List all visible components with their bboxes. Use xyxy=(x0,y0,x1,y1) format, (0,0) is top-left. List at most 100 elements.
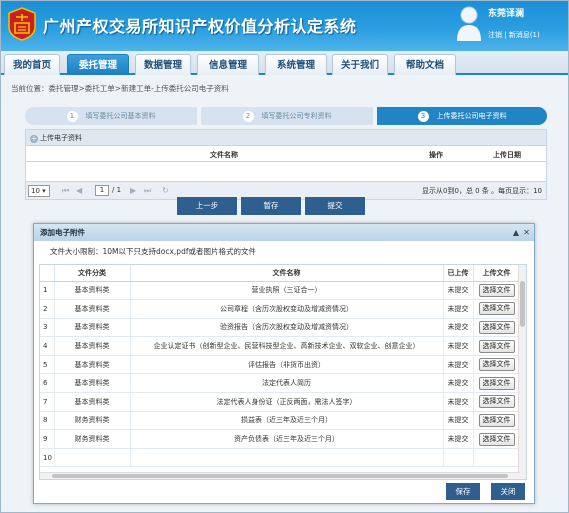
table-row: 5 基本资料类 评估报告（非货币出资） 未提交 选择文件 xyxy=(40,355,521,375)
row-index: 2 xyxy=(40,299,55,319)
last-page-icon[interactable]: ⏭ xyxy=(144,186,151,196)
step-2-number: 2 xyxy=(242,111,254,122)
col-upload-file: 上传文件 xyxy=(473,265,521,282)
nav-home[interactable]: 我的首页 xyxy=(4,54,60,75)
row-file-name: 法定代表人身份证（正反两面，需法人签字） xyxy=(130,392,444,412)
row-category: 基本资料类 xyxy=(54,392,131,412)
step-3: 3 上传委托公司电子资料 xyxy=(377,107,547,125)
main-nav: 我的首页 委托管理 数据管理 信息管理 系统管理 关于我们 帮助文档 xyxy=(1,51,568,75)
nav-help[interactable]: 帮助文档 xyxy=(394,54,456,75)
row-status: 未提交 xyxy=(443,281,474,301)
vertical-scrollbar[interactable] xyxy=(518,265,526,479)
close-icon[interactable]: ✕ xyxy=(523,224,530,241)
col-category: 文件分类 xyxy=(54,265,131,282)
col-action: 操作 xyxy=(429,151,443,159)
messages-link[interactable]: 新消息(1) xyxy=(509,31,540,39)
step-3-label: 上传委托公司电子资料 xyxy=(436,112,507,120)
table-row: 8 财务资料类 损益表（近三年及近三个月） 未提交 选择文件 xyxy=(40,411,521,431)
page-size-select[interactable]: 10 ▾ xyxy=(28,185,50,197)
row-upload-cell: 选择文件 xyxy=(473,429,521,449)
dialog-close-button[interactable]: 关闭 xyxy=(491,483,525,500)
submit-button[interactable]: 提交 xyxy=(305,197,365,215)
prev-page-icon[interactable]: ◀ xyxy=(76,186,82,195)
pager-info: 显示从0到0，总 0 条 。每页显示：10 xyxy=(422,187,542,195)
nav-info[interactable]: 信息管理 xyxy=(197,54,259,75)
row-category: 基本资料类 xyxy=(54,299,131,319)
step-2: 2 填写委托公司专利资料 xyxy=(201,107,373,125)
row-file-name: 法定代表人简历 xyxy=(130,373,444,394)
row-upload-cell: 选择文件 xyxy=(473,336,521,356)
col-uploaded: 已上传 xyxy=(443,265,474,282)
file-table-header: 文件分类 文件名称 已上传 上传文件 xyxy=(40,265,521,282)
row-file-name xyxy=(130,448,444,468)
row-status: 未提交 xyxy=(443,318,474,338)
choose-file-button[interactable]: 选择文件 xyxy=(478,302,515,316)
row-status: 未提交 xyxy=(443,336,474,356)
nav-data[interactable]: 数据管理 xyxy=(135,54,191,75)
nav-system[interactable]: 系统管理 xyxy=(265,54,327,75)
row-upload-cell: 选择文件 xyxy=(473,299,521,319)
row-category: 基本资料类 xyxy=(54,281,131,301)
choose-file-button[interactable]: 选择文件 xyxy=(478,283,515,297)
row-upload-cell xyxy=(473,448,521,468)
step-1: 1 填写委托公司基本资料 xyxy=(25,107,197,125)
save-draft-button[interactable]: 暂存 xyxy=(241,197,301,215)
row-category: 基本资料类 xyxy=(54,355,131,375)
choose-file-button[interactable]: 选择文件 xyxy=(478,320,515,334)
prev-step-button[interactable]: 上一步 xyxy=(177,197,237,215)
row-index: 8 xyxy=(40,411,55,431)
logo-icon xyxy=(8,7,36,41)
vertical-scroll-thumb[interactable] xyxy=(520,281,525,327)
table-row: 7 基本资料类 法定代表人身份证（正反两面，需法人签字） 未提交 选择文件 xyxy=(40,392,521,412)
refresh-icon[interactable]: ↻ xyxy=(162,186,169,195)
table-row: 2 基本资料类 公司章程（含历次股权变动及增减资情况） 未提交 选择文件 xyxy=(40,299,521,319)
row-category: 财务资料类 xyxy=(54,411,131,431)
username: 东莞译澜 xyxy=(488,9,525,19)
app-window: 广州产权交易所知识产权价值分析认定系统 东莞译澜 注销 | 新消息(1) 我的首… xyxy=(0,0,569,513)
breadcrumb: 当前位置：委托管理>委托工单>新建工单-上传委托公司电子资料 xyxy=(11,84,229,93)
row-status: 未提交 xyxy=(443,392,474,412)
nav-about[interactable]: 关于我们 xyxy=(332,54,388,75)
dialog-title: 添加电子附件 ▲ ✕ xyxy=(34,224,534,241)
choose-file-button[interactable]: 选择文件 xyxy=(478,432,515,446)
upload-header: + 上传电子资料 xyxy=(25,129,547,146)
page-input[interactable]: 1 xyxy=(95,185,109,196)
row-category xyxy=(54,448,131,468)
row-upload-cell: 选择文件 xyxy=(473,281,521,301)
row-upload-cell: 选择文件 xyxy=(473,355,521,375)
first-page-icon[interactable]: ⏮ xyxy=(62,186,69,196)
table-row: 10 xyxy=(40,448,521,468)
user-avatar-icon xyxy=(457,6,481,41)
col-filename: 文件名称 xyxy=(210,151,238,159)
row-index: 6 xyxy=(40,373,55,394)
row-status: 未提交 xyxy=(443,411,474,431)
upload-grid-body xyxy=(25,162,547,182)
step-1-number: 1 xyxy=(66,111,78,122)
step-3-number: 3 xyxy=(417,111,429,122)
next-page-icon[interactable]: ▶ xyxy=(130,186,136,195)
attachment-dialog: 添加电子附件 ▲ ✕ 文件大小限制：10M以下只支持docx,pdf或者图片格式… xyxy=(33,223,535,504)
horizontal-scrollbar[interactable] xyxy=(40,472,520,479)
choose-file-button[interactable]: 选择文件 xyxy=(478,339,515,353)
step-2-label: 填写委托公司专利资料 xyxy=(261,112,332,120)
dialog-title-label: 添加电子附件 xyxy=(40,228,85,237)
collapse-icon[interactable]: ▲ xyxy=(513,224,519,241)
dialog-save-button[interactable]: 保存 xyxy=(446,483,480,500)
logout-link[interactable]: 注销 xyxy=(488,31,502,39)
row-index: 1 xyxy=(40,281,55,301)
row-status xyxy=(443,448,474,468)
step-1-label: 填写委托公司基本资料 xyxy=(85,112,156,120)
upload-header-label: 上传电子资料 xyxy=(40,134,82,142)
col-upload-date: 上传日期 xyxy=(493,151,521,159)
row-file-name: 企业认定证书（创新型企业、民营科技型企业、高新技术企业、双软企业、创意企业） xyxy=(130,336,444,356)
nav-delegation[interactable]: 委托管理 xyxy=(67,54,129,75)
choose-file-button[interactable]: 选择文件 xyxy=(478,376,515,390)
horizontal-scroll-thumb[interactable] xyxy=(52,474,508,478)
page-total: / 1 xyxy=(112,186,122,194)
choose-file-button[interactable]: 选择文件 xyxy=(478,395,515,409)
choose-file-button[interactable]: 选择文件 xyxy=(478,358,515,372)
choose-file-button[interactable]: 选择文件 xyxy=(478,413,515,427)
row-index: 5 xyxy=(40,355,55,375)
row-index: 7 xyxy=(40,392,55,412)
file-table-container: 文件分类 文件名称 已上传 上传文件 1 基本资料类 营业执照（三证合一） 未提交 选择… xyxy=(39,264,527,480)
